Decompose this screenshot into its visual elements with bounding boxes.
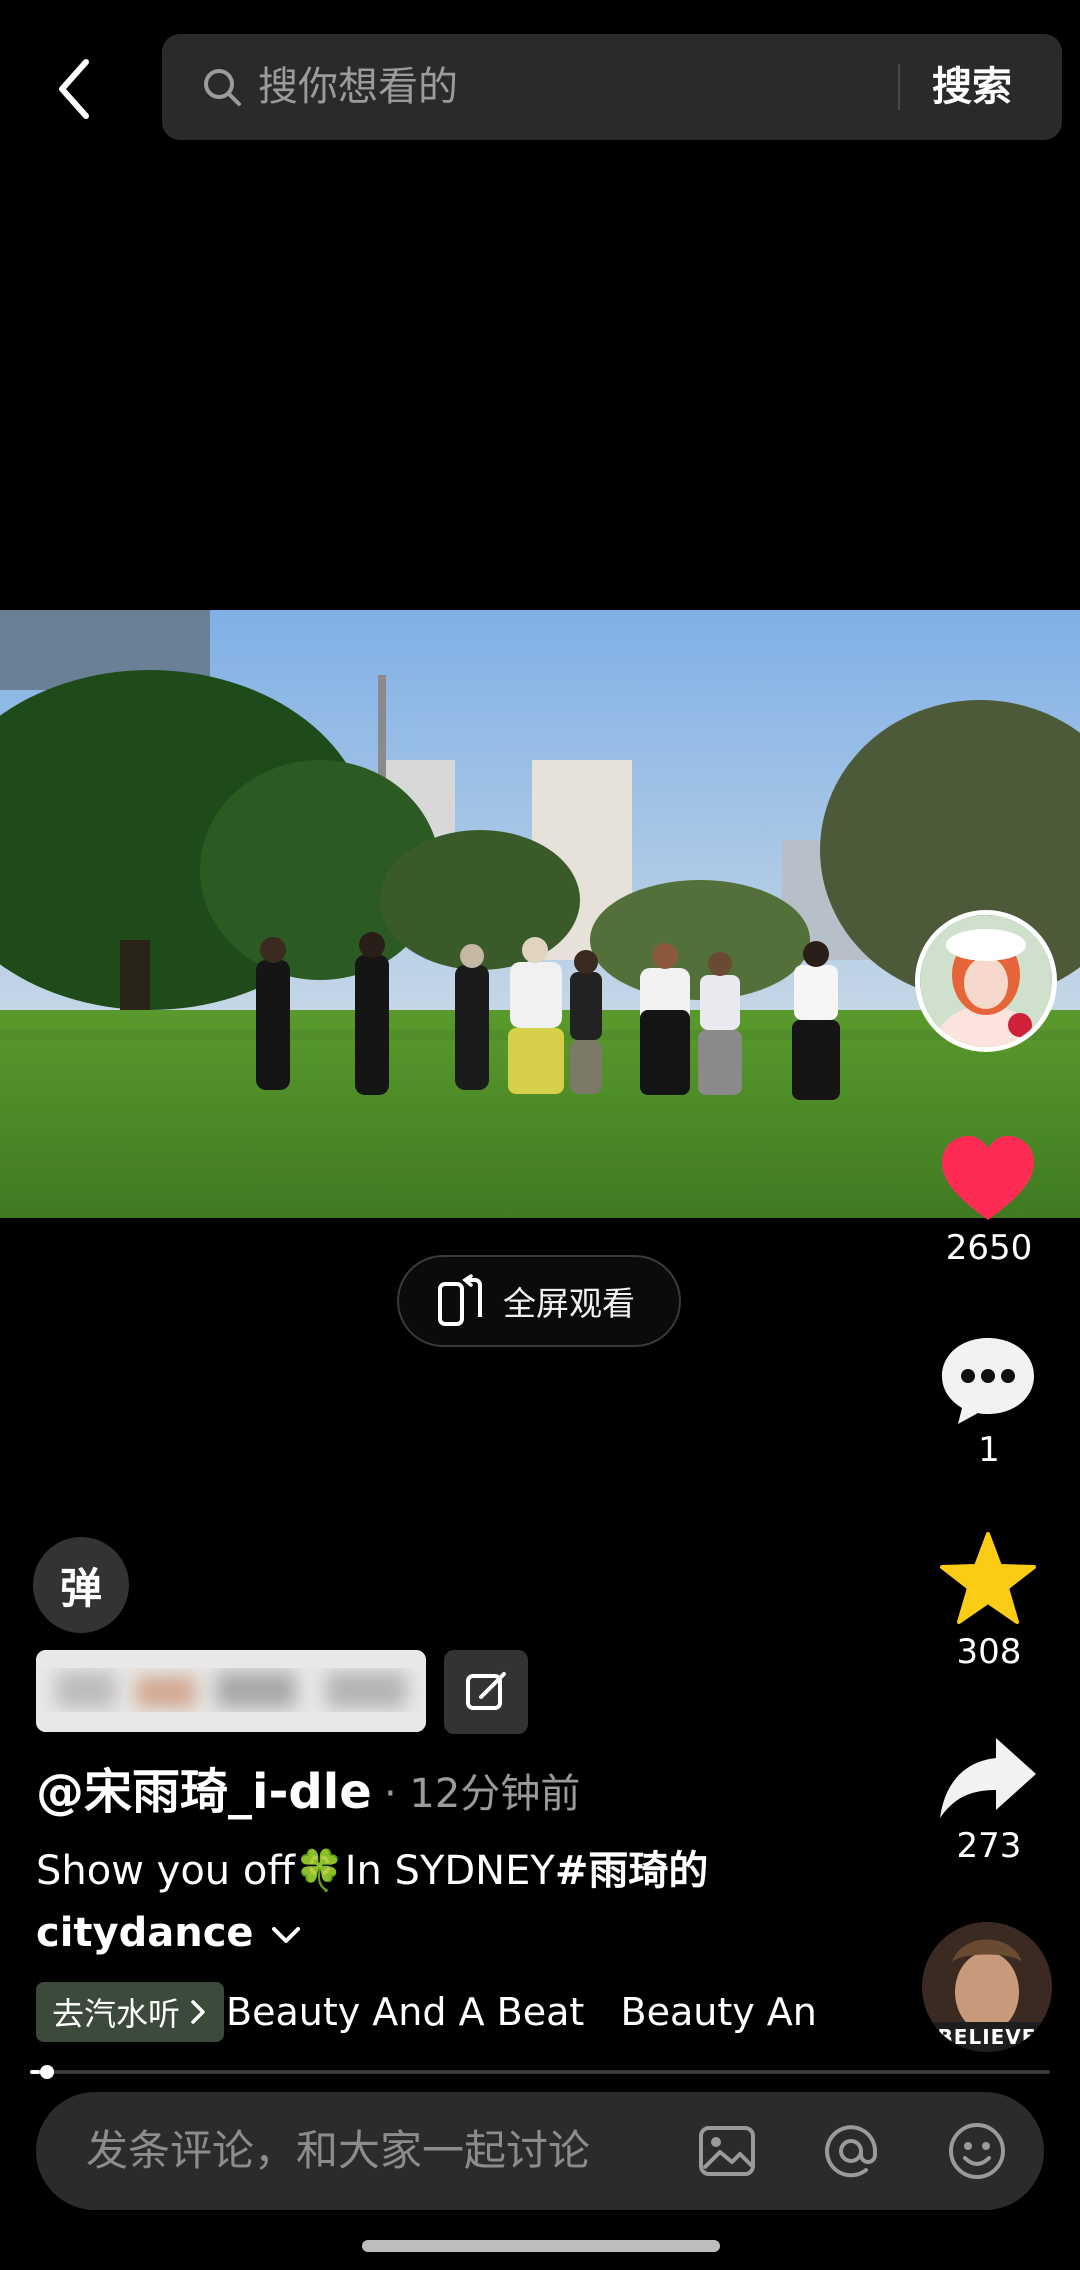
post-time: · 12分钟前 [384, 1771, 581, 1817]
avatar-image [920, 915, 1052, 1047]
home-indicator [362, 2240, 720, 2252]
search-icon [204, 69, 241, 106]
emoji-icon[interactable] [946, 2120, 1008, 2182]
caption: Show you off🍀In SYDNEY#雨琦的citydance [36, 1840, 896, 1964]
edit-button[interactable] [444, 1650, 528, 1734]
comment-count: 1 [978, 1430, 1000, 1470]
album-title: BELIEVE [937, 2025, 1037, 2049]
music-disc[interactable]: BELIEVE [922, 1922, 1052, 2052]
blurred-danmaku-input[interactable] [36, 1650, 426, 1732]
caption-text: Show you off🍀In SYDNEY [36, 1848, 555, 1894]
progress-fill [30, 2070, 41, 2074]
author-avatar[interactable] [915, 910, 1057, 1052]
listen-chip-label: 去汽水听 [52, 1995, 181, 2033]
back-button[interactable] [44, 54, 114, 124]
search-divider [898, 64, 900, 110]
blurred-content [36, 1650, 426, 1732]
at-mention-icon[interactable] [820, 2120, 882, 2182]
music-row[interactable]: 去汽水听 Beauty And A Beat Beauty An [36, 1982, 896, 2044]
danmaku-toggle[interactable]: 弹 [33, 1537, 129, 1633]
progress-thumb[interactable] [40, 2065, 54, 2079]
search-button[interactable]: 搜索 [932, 58, 1012, 116]
like-count: 2650 [945, 1228, 1033, 1268]
image-icon[interactable] [696, 2120, 758, 2182]
rotate-fullscreen-icon [438, 1274, 482, 1326]
fullscreen-label: 全屏观看 [503, 1284, 635, 1323]
video-player[interactable] [0, 610, 1080, 1218]
danmaku-label: 弹 [59, 1563, 102, 1613]
comment-bar[interactable]: 发条评论，和大家一起讨论 [36, 2092, 1044, 2210]
comment-icon[interactable] [938, 1330, 1038, 1430]
comment-input[interactable]: 发条评论，和大家一起讨论 [86, 2122, 590, 2180]
search-input[interactable]: 搜你想看的 [258, 58, 458, 116]
like-icon[interactable] [938, 1130, 1038, 1230]
share-icon[interactable] [938, 1730, 1038, 1830]
video-frame-image [0, 610, 1080, 1218]
star-icon[interactable] [938, 1530, 1038, 1630]
progress-track[interactable] [30, 2070, 1050, 2074]
favorite-count: 308 [956, 1632, 1022, 1672]
listen-in-app-chip[interactable]: 去汽水听 [36, 1982, 225, 2042]
chevron-down-icon[interactable] [270, 1924, 302, 1946]
fullscreen-button[interactable]: 全屏观看 [397, 1255, 681, 1347]
music-title: Beauty And A Beat Beauty An [226, 1990, 817, 2034]
edit-icon [466, 1672, 506, 1710]
chevron-right-icon [191, 2000, 205, 2024]
share-count: 273 [956, 1826, 1022, 1866]
search-bar[interactable]: 搜你想看的 搜索 [162, 34, 1062, 140]
author-name[interactable]: @宋雨琦_i-dle [36, 1762, 372, 1822]
chevron-left-icon [59, 59, 89, 119]
